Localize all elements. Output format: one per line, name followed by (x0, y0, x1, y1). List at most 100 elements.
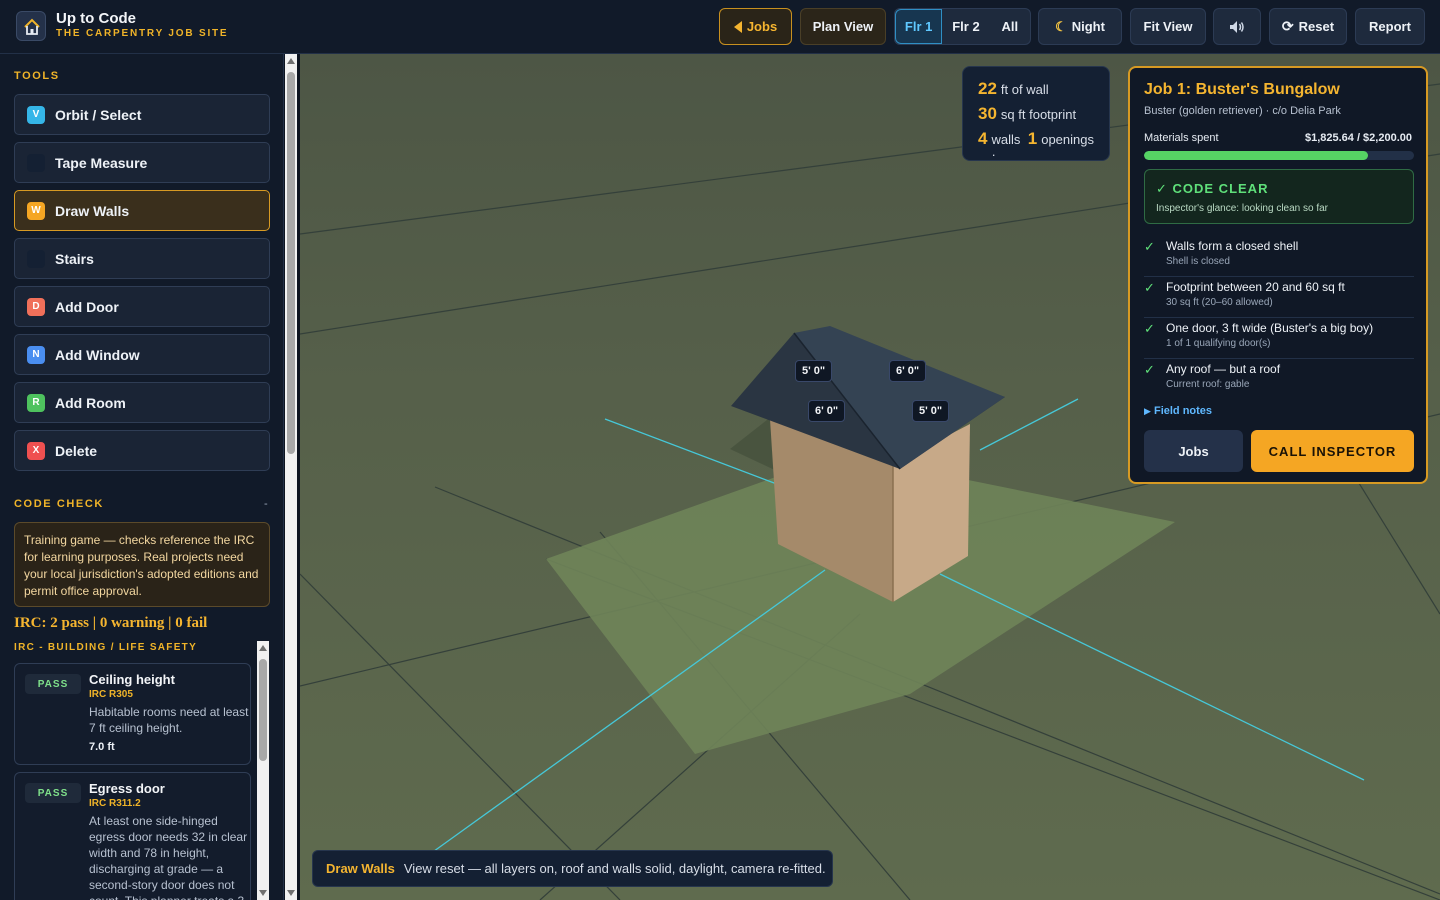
tool-delete[interactable]: X Delete (14, 430, 270, 471)
dimension-label: 6' 0" (808, 400, 846, 422)
tool-stairs[interactable]: Stairs (14, 238, 270, 279)
night-button-label: Night (1071, 19, 1105, 34)
requirement-title: Walls form a closed shell (1166, 239, 1299, 253)
tool-key-badge: D (27, 297, 45, 316)
dimension-label: 5' 0" (912, 400, 950, 422)
floor-tab-all[interactable]: All (990, 9, 1030, 44)
stat-label: walls · (991, 132, 1021, 162)
floor-tab-1[interactable]: Flr 1 (895, 9, 943, 44)
irc-summary: IRC: 2 pass | 0 warning | 0 fail (14, 615, 208, 631)
sidebar-scroll-thumb[interactable] (287, 72, 295, 454)
field-notes-label: Field notes (1153, 405, 1213, 417)
dimension-label: 5' 0" (795, 360, 833, 382)
checkmark-icon: ✓ (1144, 362, 1155, 377)
job-client: Buster (golden retriever) · c/o Delia Pa… (1144, 105, 1341, 117)
reset-button[interactable]: ⟳ Reset (1269, 8, 1347, 45)
check-value: 7.0 ft (89, 741, 115, 753)
reset-icon: ⟳ (1281, 18, 1294, 34)
tool-key-badge (27, 249, 45, 268)
stat-wall-length: 22 ft of wall (978, 79, 1094, 104)
tools-heading: TOOLS (14, 70, 60, 82)
materials-progress-bar (1144, 151, 1414, 160)
sound-button[interactable] (1213, 8, 1261, 45)
jobs-button-label: Jobs (746, 19, 778, 34)
check-title: Egress door (89, 781, 165, 796)
floor-selector: Flr 1 Flr 2 All (894, 8, 1031, 45)
job-title: Job 1: Buster's Bungalow (1144, 81, 1340, 98)
tool-label: Add Door (55, 298, 119, 315)
tool-orbit-select[interactable]: V Orbit / Select (14, 94, 270, 135)
check-card-egress-door[interactable]: PASS Egress door IRC R311.2 At least one… (14, 772, 251, 900)
stat-footprint: 30 sq ft footprint (978, 104, 1094, 129)
check-code: IRC R305 (89, 689, 133, 700)
tool-tape-measure[interactable]: Tape Measure (14, 142, 270, 183)
training-disclaimer: Training game — checks reference the IRC… (14, 522, 270, 607)
plan-view-button[interactable]: Plan View (800, 8, 886, 45)
checkmark-icon: ✓ (1144, 321, 1155, 336)
stat-value: 22 (978, 79, 997, 98)
speaker-icon (1230, 20, 1244, 33)
report-button[interactable]: Report (1355, 8, 1425, 45)
requirement-detail: 30 sq ft (20–60 allowed) (1166, 297, 1273, 308)
tool-draw-walls[interactable]: W Draw Walls (14, 190, 270, 231)
night-toggle-button[interactable]: ☾ Night (1038, 8, 1122, 45)
check-title: Ceiling height (89, 672, 175, 687)
tool-label: Tape Measure (55, 154, 148, 171)
code-check-collapse-toggle[interactable]: - (264, 498, 268, 510)
stat-label: ft of wall (1000, 82, 1049, 97)
jobs-button[interactable]: Jobs (719, 8, 792, 45)
app-subtitle: THE CARPENTRY JOB SITE (56, 28, 229, 39)
tool-key-badge: X (27, 441, 45, 460)
scroll-down-arrow-icon[interactable] (287, 890, 295, 896)
tool-label: Add Room (55, 394, 126, 411)
stat-label: sq ft footprint (1000, 107, 1077, 122)
tool-key-badge: R (27, 393, 45, 412)
tool-label: Delete (55, 442, 98, 459)
stat-label: openings (1041, 132, 1094, 147)
back-arrow-icon (733, 20, 742, 33)
tool-key-badge: V (27, 105, 45, 124)
tool-label: Stairs (55, 250, 94, 267)
floor-tab-2[interactable]: Flr 2 (942, 9, 989, 44)
build-stats-card: 22 ft of wall 30 sq ft footprint 4 walls… (962, 66, 1110, 162)
status-message: View reset — all layers on, roof and wal… (403, 861, 826, 876)
requirement-detail: 1 of 1 qualifying door(s) (1166, 338, 1271, 349)
code-check-heading: CODE CHECK (14, 498, 104, 510)
requirement-item: ✓ Walls form a closed shell Shell is clo… (1144, 236, 1414, 277)
sidebar-scrollbar[interactable] (285, 54, 297, 900)
dimension-label: 6' 0" (889, 360, 927, 382)
house-logo-icon (16, 11, 46, 41)
stat-value: 4 (978, 129, 988, 148)
status-active-tool: Draw Walls (326, 861, 395, 876)
code-clear-subtitle: Inspector's glance: looking clean so far (1156, 203, 1329, 214)
moon-icon: ☾ (1055, 18, 1067, 34)
call-inspector-button[interactable]: CALL INSPECTOR (1251, 430, 1414, 472)
fit-view-button[interactable]: Fit View (1130, 8, 1206, 45)
tool-add-door[interactable]: D Add Door (14, 286, 270, 327)
materials-label: Materials spent (1144, 132, 1219, 144)
requirement-title: One door, 3 ft wide (Buster's a big boy) (1166, 321, 1374, 335)
tool-key-badge (27, 153, 45, 172)
stat-walls-openings: 4 walls · 1 openings (978, 129, 1094, 162)
field-notes-toggle[interactable]: ▶ Field notes (1144, 405, 1212, 417)
checklist-scroll-thumb[interactable] (259, 659, 267, 761)
tool-add-window[interactable]: N Add Window (14, 334, 270, 375)
checklist-scrollbar[interactable] (257, 641, 269, 900)
stat-value: 1 (1027, 129, 1038, 148)
tool-key-badge: W (27, 201, 45, 220)
tool-label: Draw Walls (55, 202, 130, 219)
requirement-title: Any roof — but a roof (1166, 362, 1281, 376)
scroll-up-arrow-icon[interactable] (287, 58, 295, 64)
status-bar: Draw Walls View reset — all layers on, r… (312, 850, 833, 887)
tool-add-room[interactable]: R Add Room (14, 382, 270, 423)
check-code: IRC R311.2 (89, 798, 141, 809)
pass-badge: PASS (25, 674, 81, 694)
stat-value: 30 (978, 104, 997, 123)
job-panel-jobs-button[interactable]: Jobs (1144, 430, 1243, 472)
scroll-up-arrow-icon[interactable] (259, 645, 267, 651)
scroll-down-arrow-icon[interactable] (259, 890, 267, 896)
check-card-ceiling-height[interactable]: PASS Ceiling height IRC R305 Habitable r… (14, 663, 251, 765)
requirement-detail: Current roof: gable (1166, 379, 1250, 390)
caret-right-icon: ▶ (1144, 406, 1151, 416)
tool-label: Orbit / Select (55, 106, 142, 123)
